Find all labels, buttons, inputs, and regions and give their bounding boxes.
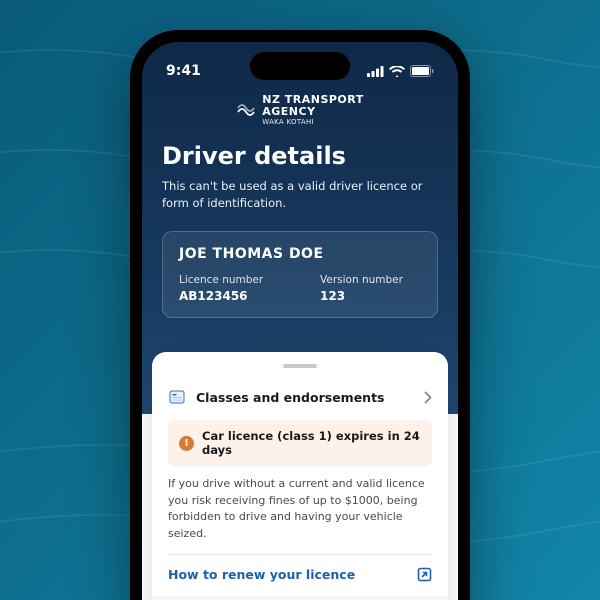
page-subtitle: This can't be used as a valid driver lic… [162,178,438,213]
sheet-grabber[interactable] [283,364,317,368]
classes-section-header[interactable]: Classes and endorsements [168,378,432,416]
sheet-section-divider [152,596,448,600]
version-number-label: Version number [320,274,421,286]
agency-logo: NZ TRANSPORTAGENCY WAKA KOTAHI [142,94,458,126]
version-number-field: Version number 123 [320,274,421,303]
classes-icon [168,388,186,406]
status-icons [367,65,434,77]
dynamic-island [250,52,350,80]
page-title: Driver details [162,142,438,170]
driver-card: JOE THOMAS DOE Licence number AB123456 V… [162,231,438,318]
cellular-icon [367,66,384,77]
driver-name: JOE THOMAS DOE [179,246,421,262]
external-link-icon [417,567,432,582]
renew-licence-link[interactable]: How to renew your licence [168,565,432,596]
licence-number-value: AB123456 [179,289,280,303]
wifi-icon [389,66,405,77]
status-time: 9:41 [166,63,201,79]
expiry-warning-text: Car licence (class 1) expires in 24 days [202,429,421,457]
expiry-warning-banner: ! Car licence (class 1) expires in 24 da… [168,420,432,466]
classes-section-title: Classes and endorsements [196,390,414,405]
licence-number-label: Licence number [179,274,280,286]
classes-body-text: If you drive without a current and valid… [168,476,432,542]
phone-frame: 9:41 NZ TRANSPORTAGENCY WAKA KOTAHI Driv… [130,30,470,600]
agency-name: NZ TRANSPORTAGENCY [262,94,364,118]
agency-mark-icon [236,102,256,118]
warning-icon: ! [179,436,194,451]
battery-icon [410,65,434,77]
licence-number-field: Licence number AB123456 [179,274,280,303]
renew-licence-link-text: How to renew your licence [168,567,355,582]
chevron-right-icon [424,391,432,404]
version-number-value: 123 [320,289,421,303]
bottom-sheet[interactable]: Classes and endorsements ! Car licence (… [152,352,448,600]
phone-screen: 9:41 NZ TRANSPORTAGENCY WAKA KOTAHI Driv… [142,42,458,600]
agency-subtitle: WAKA KOTAHI [262,118,364,126]
divider [168,554,432,555]
